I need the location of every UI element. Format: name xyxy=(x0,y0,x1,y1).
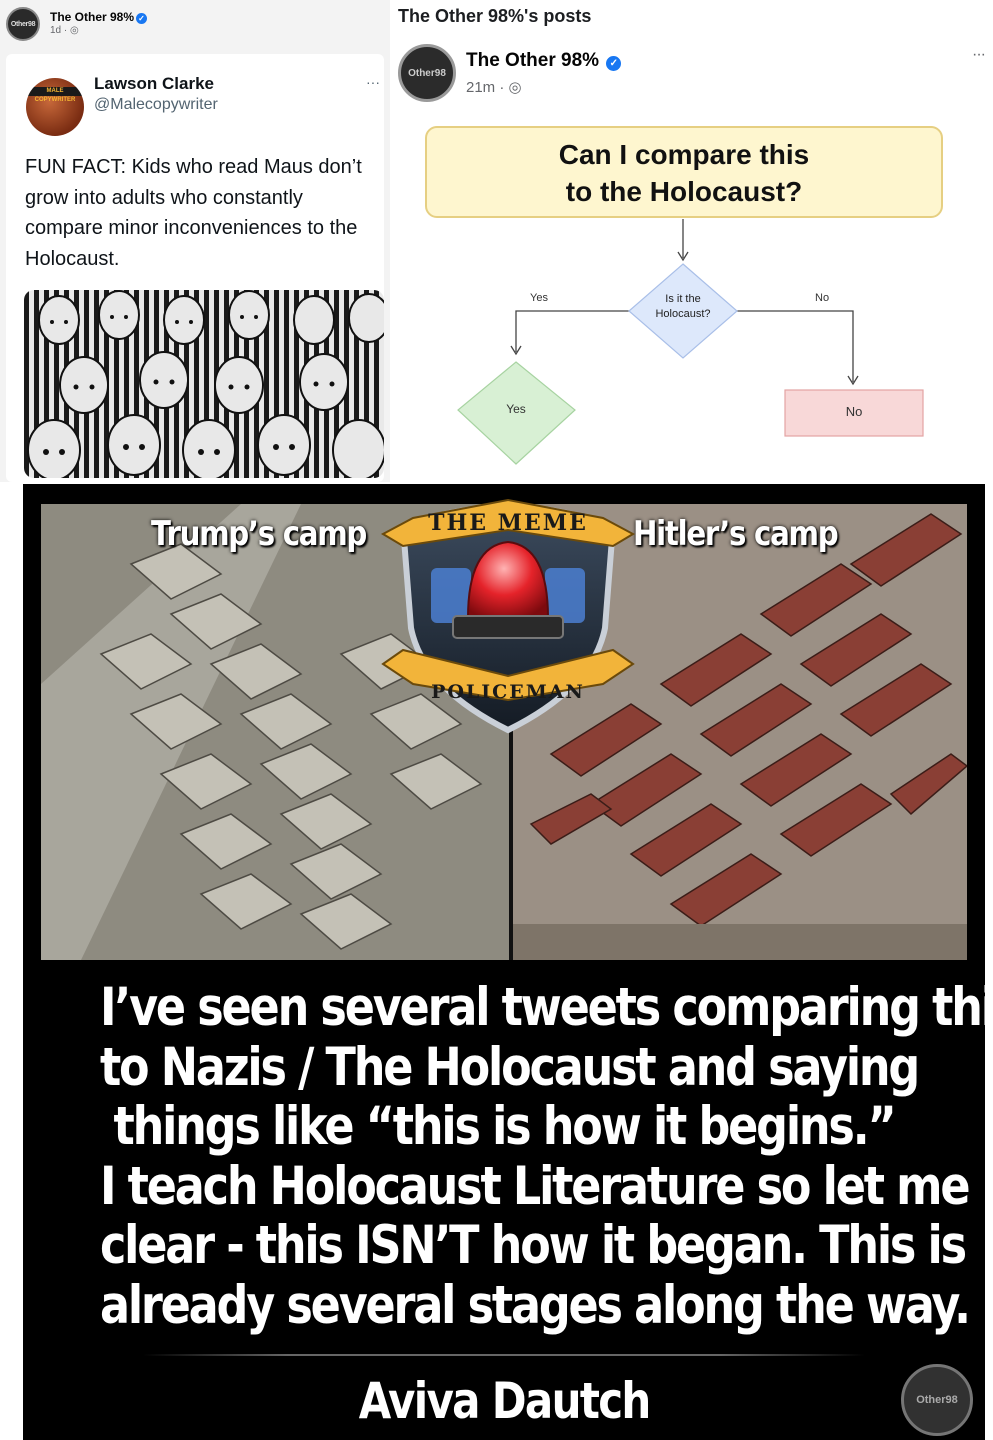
tweet-author-handle[interactable]: @Malecopywriter xyxy=(94,96,218,114)
branch-yes-label: Yes xyxy=(530,292,548,304)
tweet-author-name[interactable]: Lawson Clarke xyxy=(94,74,214,94)
label-trumps-camp: Trump’s camp xyxy=(151,514,367,554)
result-yes-text: Yes xyxy=(506,402,526,416)
badge-bottom-text: POLICEMAN xyxy=(431,681,585,703)
page-name-text[interactable]: The Other 98% xyxy=(50,10,134,24)
page-name[interactable]: The Other 98% ✓ xyxy=(50,10,148,24)
quote-text: I’ve seen several tweets comparing this … xyxy=(23,978,985,1335)
quote-author-name: Aviva Dautch xyxy=(358,1372,652,1430)
branch-no-label: No xyxy=(815,292,830,304)
tweet-screenshot-panel: Other98 The Other 98% ✓ 1d · ◎ MALE COPYW… xyxy=(0,0,390,482)
quote-line: to Nazis / The Holocaust and saying xyxy=(99,1036,920,1098)
tweet-text: FUN FACT: Kids who read Maus don’t grow … xyxy=(25,156,362,270)
result-no-text: No xyxy=(845,404,863,419)
tweet-card: MALE COPYWRITER Lawson Clarke @Malecopyw… xyxy=(6,54,384,482)
label-hitlers-camp: Hitler’s camp xyxy=(633,514,839,554)
facebook-posts-panel: The Other 98%'s posts Other98 The Other … xyxy=(390,0,993,482)
quote-line: already several stages along the way. xyxy=(99,1274,971,1336)
quote-line: I’ve seen several tweets comparing this xyxy=(99,977,985,1038)
question-text: Is it the Holocaust? xyxy=(642,292,724,322)
post-timestamp[interactable]: 1d · ◎ xyxy=(50,24,147,38)
verified-icon: ✓ xyxy=(136,13,148,24)
more-options-icon[interactable]: ··· xyxy=(366,74,380,90)
quote-author: Aviva Dautch xyxy=(23,1372,985,1430)
badge-top-text: THE MEME xyxy=(428,510,588,536)
tweet-image-maus-mice[interactable] xyxy=(24,290,384,478)
avatar-banner: MALE COPYWRITER xyxy=(26,87,84,103)
flowchart-title-line1: Can I compare this xyxy=(558,139,810,170)
camp-comparison-meme: Trump’s camp Hitler’s camp THE MEME POLI… xyxy=(23,484,985,1440)
question-line1: Is it the xyxy=(665,293,701,305)
facebook-post-header: Other98 The Other 98% ✓ 1d · ◎ xyxy=(6,4,148,44)
question-line2: Holocaust? xyxy=(655,308,711,320)
quote-line: I teach Holocaust Literature so let me b… xyxy=(99,1155,985,1217)
mice-illustration xyxy=(27,290,384,478)
quote-line: clear - this ISN’T how it began. This is xyxy=(99,1215,967,1276)
flowchart-title-line2: to the Holocaust? xyxy=(565,176,803,207)
divider xyxy=(143,1354,865,1356)
flowchart-title-box: Can I compare this to the Holocaust? xyxy=(425,126,943,218)
tweet-author-avatar[interactable]: MALE COPYWRITER xyxy=(26,78,84,136)
watermark-logo: Other98 xyxy=(901,1364,973,1436)
page-avatar[interactable]: Other98 xyxy=(6,7,40,41)
quote-line: things like “this is how it begins.” xyxy=(113,1096,896,1157)
post-meta: The Other 98% ✓ 1d · ◎ xyxy=(50,10,148,38)
